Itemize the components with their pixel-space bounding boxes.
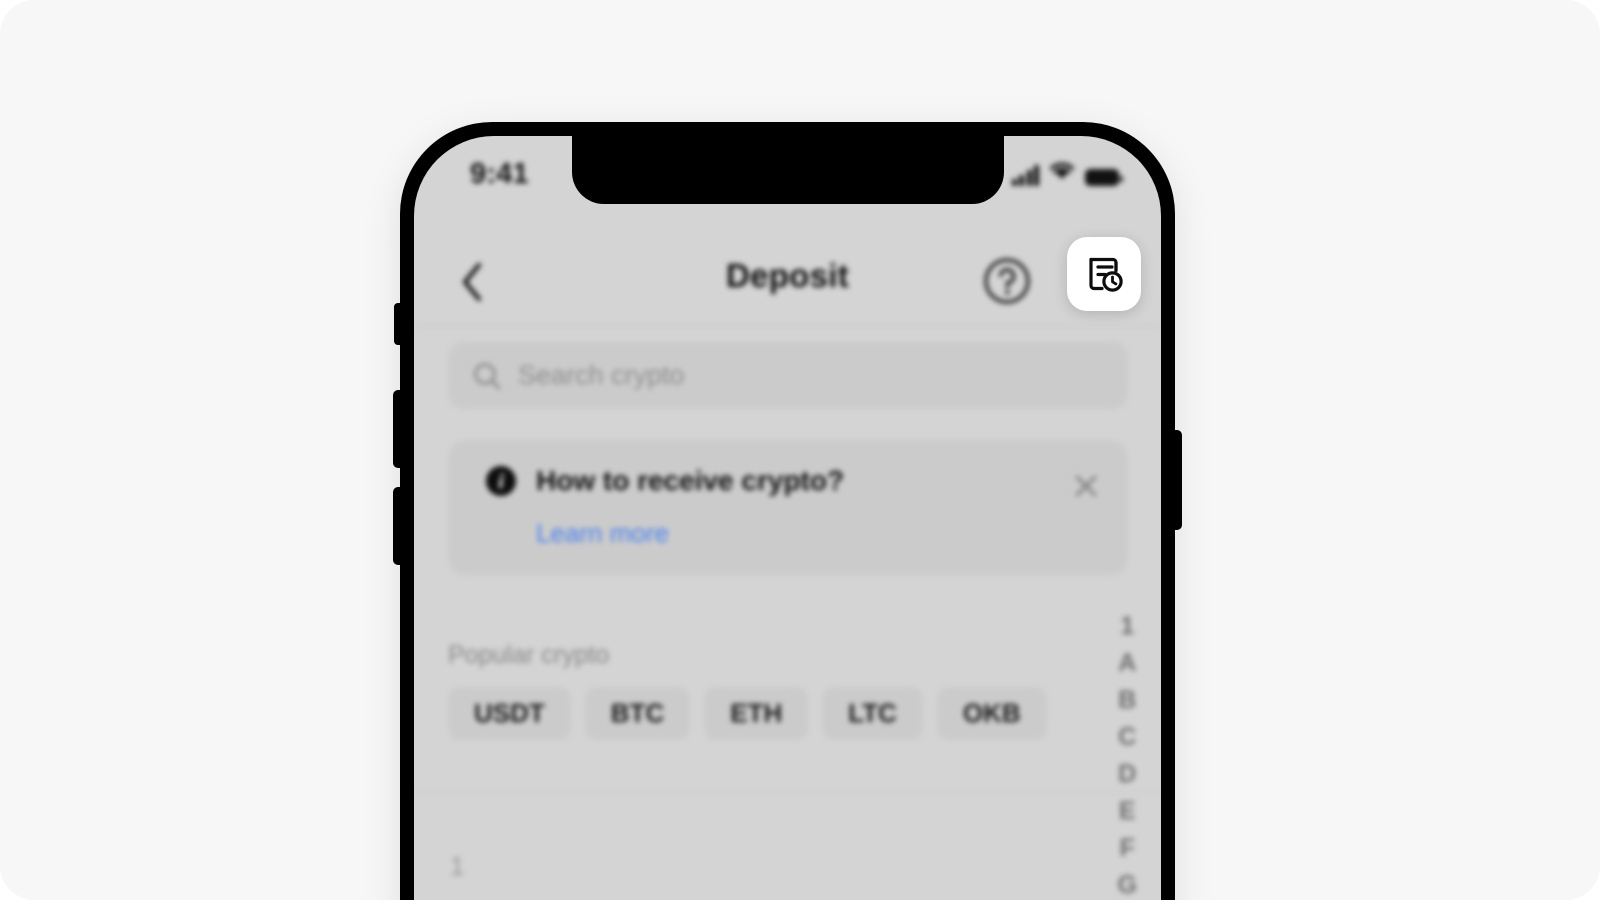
- popular-crypto-label: Popular crypto: [448, 641, 610, 669]
- search-input[interactable]: Search crypto: [448, 342, 1128, 409]
- help-button[interactable]: [980, 254, 1034, 308]
- alphabet-index[interactable]: 1 A B C D E F G H: [1118, 614, 1137, 900]
- status-bar-icons: [1011, 160, 1123, 186]
- transaction-history-button[interactable]: [1067, 237, 1141, 311]
- status-bar-time: 9:41: [470, 158, 529, 190]
- phone-screen: 9:41 Deposit Search crypto i How to rece…: [414, 136, 1161, 900]
- list-section-header: 1: [450, 851, 465, 881]
- search-placeholder: Search crypto: [518, 360, 685, 390]
- alphabet-index-item[interactable]: F: [1120, 836, 1135, 861]
- banner-close-button[interactable]: [1066, 466, 1106, 506]
- alphabet-index-item[interactable]: G: [1118, 873, 1137, 898]
- info-circle-icon: i: [486, 466, 516, 496]
- list-divider: [414, 792, 1161, 793]
- info-banner: i How to receive crypto? Learn more: [448, 440, 1128, 575]
- crypto-chip[interactable]: BTC: [584, 687, 691, 740]
- page-title: Deposit: [725, 257, 850, 294]
- battery-icon: [1085, 169, 1123, 186]
- learn-more-link[interactable]: Learn more: [536, 518, 669, 549]
- banner-title-row: i How to receive crypto?: [486, 465, 844, 497]
- wifi-icon: [1048, 160, 1076, 186]
- device-notch: [571, 136, 1004, 204]
- cellular-signal-icon: [1011, 164, 1039, 186]
- crypto-chip[interactable]: OKB: [936, 687, 1047, 740]
- alphabet-index-item[interactable]: D: [1118, 762, 1136, 787]
- search-icon: [474, 362, 501, 389]
- crypto-chip[interactable]: USDT: [448, 687, 571, 740]
- popular-crypto-chips: USDT BTC ETH LTC OKB: [448, 687, 1047, 740]
- mute-switch-button[interactable]: [394, 303, 404, 345]
- alphabet-index-item[interactable]: E: [1119, 799, 1136, 824]
- crypto-chip[interactable]: LTC: [822, 687, 923, 740]
- volume-down-button[interactable]: [393, 487, 404, 565]
- question-mark-circle-icon: [984, 258, 1030, 304]
- header-divider: [414, 326, 1161, 327]
- alphabet-index-item[interactable]: 1: [1120, 614, 1134, 639]
- alphabet-index-item[interactable]: B: [1118, 688, 1136, 713]
- nav-header: Deposit: [414, 240, 1161, 324]
- alphabet-index-item[interactable]: C: [1118, 725, 1136, 750]
- banner-title: How to receive crypto?: [536, 465, 845, 496]
- crypto-chip[interactable]: ETH: [704, 687, 809, 740]
- close-x-icon: [1075, 475, 1097, 497]
- document-clock-history-icon: [1089, 257, 1123, 292]
- screenshot-canvas: 9:41 Deposit Search crypto i How to rece…: [0, 0, 1600, 900]
- power-button[interactable]: [1171, 430, 1182, 530]
- volume-up-button[interactable]: [393, 390, 404, 468]
- alphabet-index-item[interactable]: A: [1118, 651, 1136, 676]
